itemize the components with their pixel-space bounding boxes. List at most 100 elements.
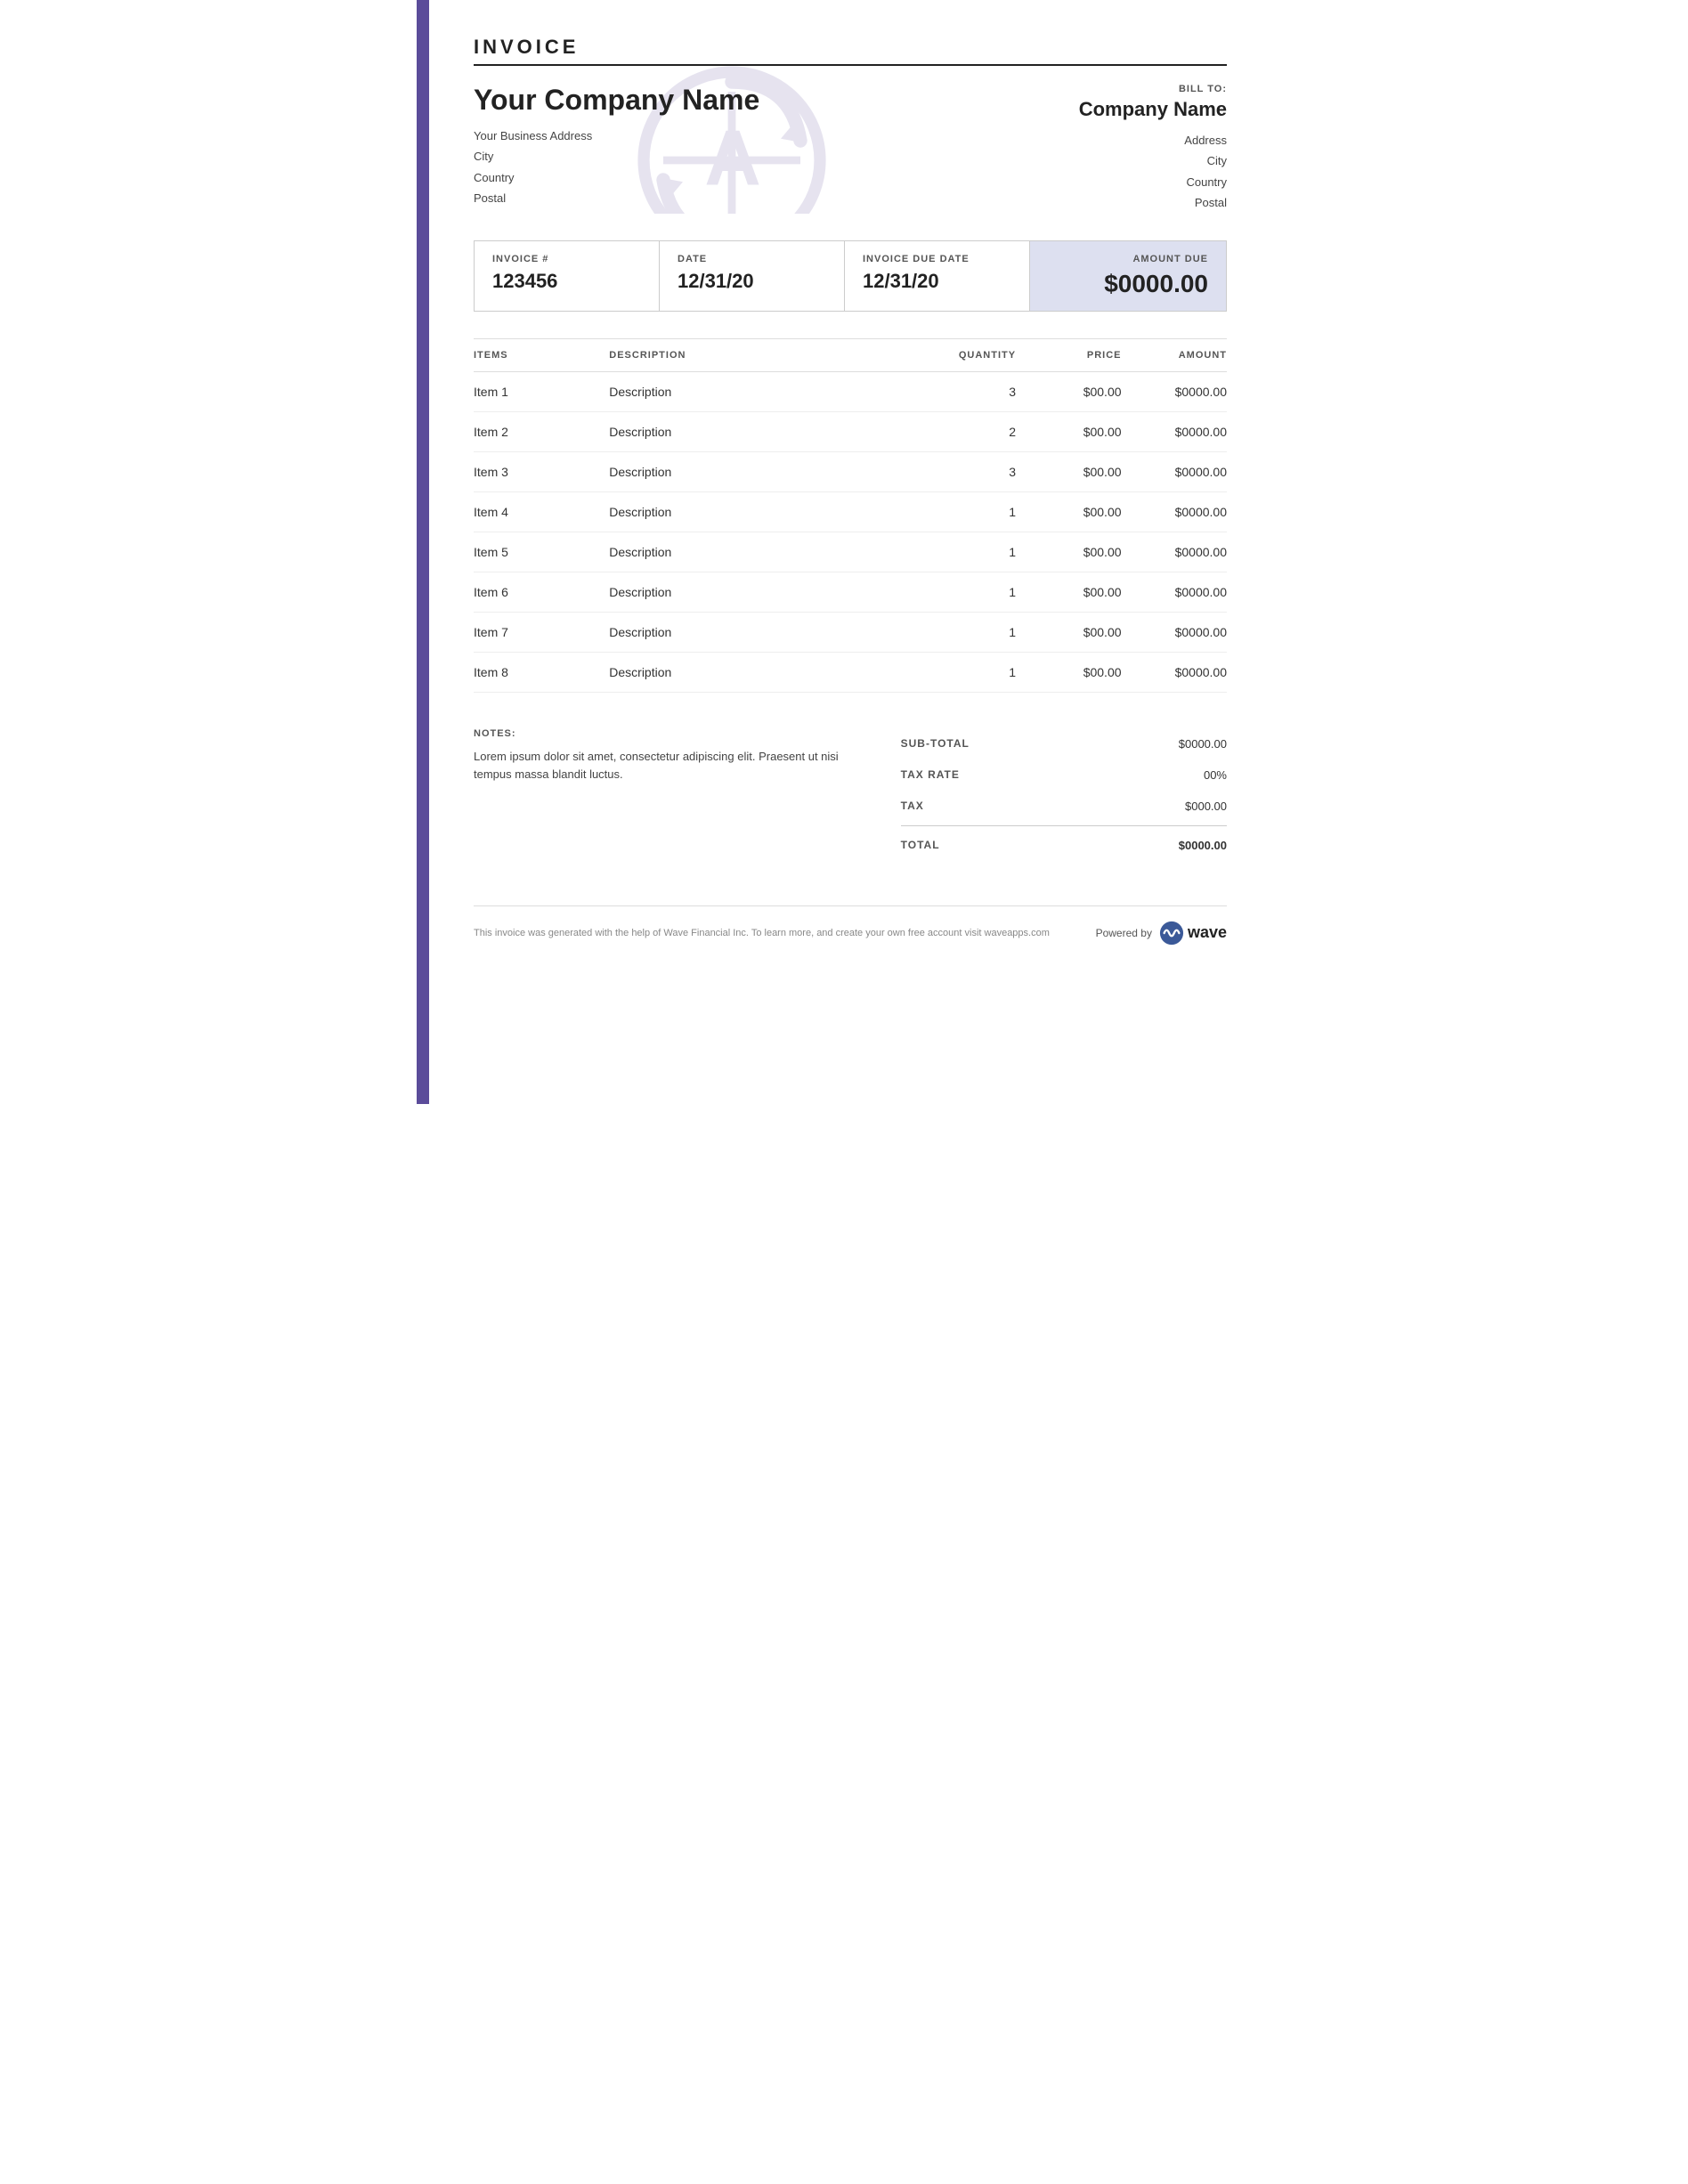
row-item-7: Item 7	[474, 612, 609, 652]
row-desc-4: Description	[609, 491, 925, 532]
row-price-5: $00.00	[1016, 532, 1121, 572]
totals-divider	[901, 825, 1227, 826]
row-item-2: Item 2	[474, 411, 609, 451]
bill-company-name: Company Name	[1079, 98, 1227, 121]
col-header-description: DESCRIPTION	[609, 338, 925, 371]
tax-label: TAX	[901, 800, 924, 813]
footer-legal-text: This invoice was generated with the help…	[474, 928, 1096, 938]
row-item-3: Item 3	[474, 451, 609, 491]
row-qty-8: 1	[926, 652, 1017, 692]
page-footer: This invoice was generated with the help…	[474, 905, 1227, 946]
company-city: City	[474, 146, 1079, 166]
notes-section: NOTES: Lorem ipsum dolor sit amet, conse…	[474, 728, 865, 861]
row-qty-2: 2	[926, 411, 1017, 451]
bill-address: Address City Country Postal	[1079, 130, 1227, 214]
wave-label: wave	[1188, 923, 1227, 942]
row-price-4: $00.00	[1016, 491, 1121, 532]
powered-by-label: Powered by	[1096, 927, 1152, 939]
row-desc-2: Description	[609, 411, 925, 451]
table-row: Item 7 Description 1 $00.00 $0000.00	[474, 612, 1227, 652]
wave-icon	[1159, 921, 1184, 946]
row-item-8: Item 8	[474, 652, 609, 692]
company-postal: Postal	[474, 188, 1079, 208]
invoice-title: INVOICE	[474, 36, 1227, 66]
invoice-date-value: 12/31/20	[678, 270, 826, 293]
bill-street: Address	[1079, 130, 1227, 150]
row-amount-2: $0000.00	[1122, 411, 1227, 451]
invoice-number-value: 123456	[492, 270, 641, 293]
invoice-number-cell: INVOICE # 123456	[475, 241, 660, 311]
amount-due-cell: AMOUNT DUE $0000.00	[1030, 241, 1226, 311]
table-row: Item 3 Description 3 $00.00 $0000.00	[474, 451, 1227, 491]
company-info: Your Company Name Your Business Address …	[474, 84, 1079, 214]
invoice-date-cell: DATE 12/31/20	[660, 241, 845, 311]
bill-to-label: BILL TO:	[1079, 84, 1227, 94]
invoice-page: A INVOICE Your Company Name Your Busines…	[417, 0, 1271, 1104]
tax-rate-row: TAX RATE 00%	[901, 759, 1227, 791]
row-price-8: $00.00	[1016, 652, 1121, 692]
invoice-due-date-label: INVOICE DUE DATE	[863, 254, 1011, 264]
row-qty-5: 1	[926, 532, 1017, 572]
bill-country: Country	[1079, 172, 1227, 192]
invoice-date-label: DATE	[678, 254, 826, 264]
row-price-2: $00.00	[1016, 411, 1121, 451]
subtotal-row: SUB-TOTAL $0000.00	[901, 728, 1227, 759]
table-row: Item 4 Description 1 $00.00 $0000.00	[474, 491, 1227, 532]
subtotal-label: SUB-TOTAL	[901, 737, 970, 751]
bill-postal: Postal	[1079, 192, 1227, 213]
row-desc-6: Description	[609, 572, 925, 612]
totals-section: SUB-TOTAL $0000.00 TAX RATE 00% TAX $000…	[901, 728, 1227, 861]
row-amount-6: $0000.00	[1122, 572, 1227, 612]
left-accent-bar	[417, 0, 429, 1104]
row-qty-1: 3	[926, 371, 1017, 411]
table-row: Item 5 Description 1 $00.00 $0000.00	[474, 532, 1227, 572]
bill-city: City	[1079, 150, 1227, 171]
row-price-6: $00.00	[1016, 572, 1121, 612]
bill-to-section: BILL TO: Company Name Address City Count…	[1079, 84, 1227, 214]
row-price-3: $00.00	[1016, 451, 1121, 491]
tax-rate-label: TAX RATE	[901, 768, 960, 782]
invoice-due-date-value: 12/31/20	[863, 270, 1011, 293]
row-item-1: Item 1	[474, 371, 609, 411]
col-header-price: PRICE	[1016, 338, 1121, 371]
total-row: TOTAL $0000.00	[901, 830, 1227, 861]
footer-section: NOTES: Lorem ipsum dolor sit amet, conse…	[474, 728, 1227, 861]
table-row: Item 6 Description 1 $00.00 $0000.00	[474, 572, 1227, 612]
items-table: ITEMS DESCRIPTION QUANTITY PRICE AMOUNT …	[474, 338, 1227, 693]
col-header-quantity: QUANTITY	[926, 338, 1017, 371]
row-item-5: Item 5	[474, 532, 609, 572]
invoice-due-date-cell: INVOICE DUE DATE 12/31/20	[845, 241, 1029, 311]
row-amount-3: $0000.00	[1122, 451, 1227, 491]
company-country: Country	[474, 167, 1079, 188]
invoice-meta-left: INVOICE # 123456 DATE 12/31/20 INVOICE D…	[475, 241, 1030, 311]
col-header-amount: AMOUNT	[1122, 338, 1227, 371]
tax-row: TAX $000.00	[901, 791, 1227, 822]
tax-rate-value: 00%	[1204, 768, 1227, 782]
row-desc-1: Description	[609, 371, 925, 411]
table-row: Item 1 Description 3 $00.00 $0000.00	[474, 371, 1227, 411]
company-name: Your Company Name	[474, 84, 1079, 117]
row-qty-7: 1	[926, 612, 1017, 652]
company-street: Your Business Address	[474, 126, 1079, 146]
amount-due-value: $0000.00	[1048, 270, 1208, 298]
row-qty-6: 1	[926, 572, 1017, 612]
invoice-number-label: INVOICE #	[492, 254, 641, 264]
notes-label: NOTES:	[474, 728, 865, 739]
row-amount-1: $0000.00	[1122, 371, 1227, 411]
table-row: Item 2 Description 2 $00.00 $0000.00	[474, 411, 1227, 451]
row-item-4: Item 4	[474, 491, 609, 532]
row-desc-8: Description	[609, 652, 925, 692]
row-qty-4: 1	[926, 491, 1017, 532]
tax-value: $000.00	[1185, 800, 1227, 813]
subtotal-value: $0000.00	[1179, 737, 1227, 751]
row-amount-5: $0000.00	[1122, 532, 1227, 572]
row-desc-3: Description	[609, 451, 925, 491]
company-address: Your Business Address City Country Posta…	[474, 126, 1079, 209]
invoice-meta-row: INVOICE # 123456 DATE 12/31/20 INVOICE D…	[474, 240, 1227, 312]
header-section: A INVOICE Your Company Name Your Busines…	[474, 36, 1227, 214]
total-label: TOTAL	[901, 839, 940, 852]
row-qty-3: 3	[926, 451, 1017, 491]
amount-due-label: AMOUNT DUE	[1048, 254, 1208, 264]
row-desc-7: Description	[609, 612, 925, 652]
row-amount-7: $0000.00	[1122, 612, 1227, 652]
